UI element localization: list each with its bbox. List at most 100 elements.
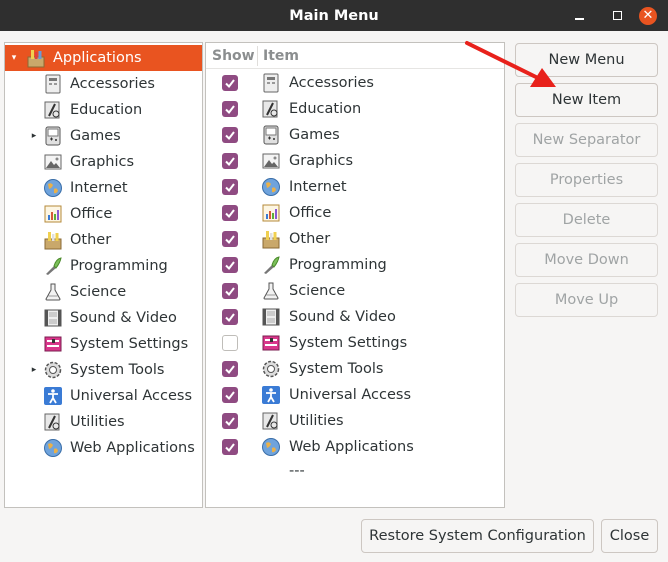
other-icon <box>260 228 282 250</box>
item-row[interactable]: Universal Access <box>206 382 504 408</box>
item-list[interactable]: Show Item Accessories Education Games Graph… <box>205 42 505 508</box>
science-icon <box>42 281 64 303</box>
new-menu-button[interactable]: New Menu <box>515 43 658 77</box>
show-checkbox[interactable] <box>222 153 238 169</box>
tree-item-education[interactable]: Education <box>5 97 202 123</box>
show-checkbox[interactable] <box>222 101 238 117</box>
tree-item-accessories[interactable]: Accessories <box>5 71 202 97</box>
maximize-button[interactable] <box>608 0 626 31</box>
move-down-button[interactable]: Move Down <box>515 243 658 277</box>
show-checkbox[interactable] <box>222 335 238 351</box>
system-settings-icon <box>260 332 282 354</box>
tree-item-label: Universal Access <box>70 388 193 404</box>
column-header-show[interactable]: Show <box>212 43 258 69</box>
show-checkbox[interactable] <box>222 231 238 247</box>
item-row[interactable]: Programming <box>206 252 504 278</box>
applications-icon <box>25 47 47 69</box>
tree-item-sound-video[interactable]: Sound & Video <box>5 305 202 331</box>
tree-item-utilities[interactable]: Utilities <box>5 409 202 435</box>
item-label: Accessories <box>289 75 374 91</box>
tree-item-label: Internet <box>70 180 128 196</box>
accessories-icon <box>42 73 64 95</box>
item-row[interactable]: Other <box>206 226 504 252</box>
expander-icon[interactable]: ▸ <box>29 131 39 141</box>
tree-item-universal-access[interactable]: Universal Access <box>5 383 202 409</box>
item-label: System Tools <box>289 361 384 377</box>
properties-button[interactable]: Properties <box>515 163 658 197</box>
item-row[interactable]: Games <box>206 122 504 148</box>
other-icon <box>42 229 64 251</box>
expander-icon[interactable]: ▸ <box>29 365 39 375</box>
item-row[interactable]: System Tools <box>206 356 504 382</box>
item-label: Sound & Video <box>289 309 396 325</box>
minimize-button[interactable] <box>570 0 588 31</box>
separator-label: --- <box>289 463 305 479</box>
show-checkbox[interactable] <box>222 387 238 403</box>
item-label: Other <box>289 231 331 247</box>
item-row[interactable]: Graphics <box>206 148 504 174</box>
tree-item-label: Science <box>70 284 127 300</box>
item-row[interactable]: Accessories <box>206 70 504 96</box>
new-item-button[interactable]: New Item <box>515 83 658 117</box>
show-checkbox[interactable] <box>222 205 238 221</box>
show-checkbox[interactable] <box>222 361 238 377</box>
tree-item-label: Programming <box>70 258 168 274</box>
menu-tree[interactable]: ▾ Applications Accessories Education ▸ Game… <box>4 42 203 508</box>
item-row[interactable]: Sound & Video <box>206 304 504 330</box>
separator-row[interactable]: --- <box>206 458 504 484</box>
show-checkbox[interactable] <box>222 127 238 143</box>
item-row[interactable]: Office <box>206 200 504 226</box>
item-label: Graphics <box>289 153 354 169</box>
sound-video-icon <box>260 306 282 328</box>
item-row[interactable]: Internet <box>206 174 504 200</box>
expander-icon[interactable]: ▾ <box>9 53 19 63</box>
show-checkbox[interactable] <box>222 179 238 195</box>
show-checkbox[interactable] <box>222 413 238 429</box>
tree-item-internet[interactable]: Internet <box>5 175 202 201</box>
tree-root-applications[interactable]: ▾ Applications <box>5 45 202 71</box>
move-up-button[interactable]: Move Up <box>515 283 658 317</box>
item-label: Office <box>289 205 332 221</box>
system-tools-icon <box>260 358 282 380</box>
tree-item-graphics[interactable]: Graphics <box>5 149 202 175</box>
tree-item-science[interactable]: Science <box>5 279 202 305</box>
item-label: Internet <box>289 179 347 195</box>
tree-item-system-settings[interactable]: System Settings <box>5 331 202 357</box>
tree-item-label: Other <box>70 232 112 248</box>
show-checkbox[interactable] <box>222 257 238 273</box>
universal-access-icon <box>260 384 282 406</box>
maximize-icon <box>612 11 622 20</box>
tree-item-label: System Settings <box>70 336 189 352</box>
item-row[interactable]: Science <box>206 278 504 304</box>
tree-item-games[interactable]: ▸ Games <box>5 123 202 149</box>
window-title: Main Menu <box>289 7 379 24</box>
close-button[interactable]: Close <box>601 519 658 553</box>
utilities-icon <box>260 410 282 432</box>
item-row[interactable]: System Settings <box>206 330 504 356</box>
show-checkbox[interactable] <box>222 75 238 91</box>
tree-item-system-tools[interactable]: ▸ System Tools <box>5 357 202 383</box>
item-row[interactable]: Web Applications <box>206 434 504 460</box>
tree-item-other[interactable]: Other <box>5 227 202 253</box>
internet-icon <box>42 177 64 199</box>
show-checkbox[interactable] <box>222 309 238 325</box>
item-row[interactable]: Utilities <box>206 408 504 434</box>
show-checkbox[interactable] <box>222 283 238 299</box>
show-checkbox[interactable] <box>222 439 238 455</box>
tree-item-office[interactable]: Office <box>5 201 202 227</box>
games-icon <box>260 124 282 146</box>
tree-item-web-applications[interactable]: Web Applications <box>5 435 202 461</box>
system-tools-icon <box>42 359 64 381</box>
item-row[interactable]: Education <box>206 96 504 122</box>
item-label: Science <box>289 283 346 299</box>
minimize-icon <box>574 17 584 20</box>
column-divider <box>257 46 258 66</box>
close-window-button[interactable]: ✕ <box>638 0 658 31</box>
restore-system-configuration-button[interactable]: Restore System Configuration <box>361 519 594 553</box>
column-header-item[interactable]: Item <box>263 43 299 69</box>
item-list-header: Show Item <box>206 43 504 69</box>
internet-icon <box>260 176 282 198</box>
delete-button[interactable]: Delete <box>515 203 658 237</box>
new-separator-button[interactable]: New Separator <box>515 123 658 157</box>
tree-item-programming[interactable]: Programming <box>5 253 202 279</box>
